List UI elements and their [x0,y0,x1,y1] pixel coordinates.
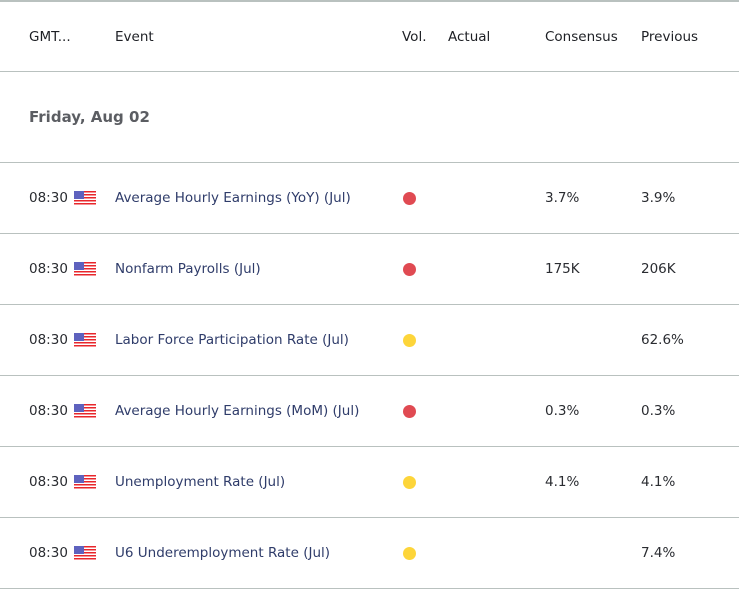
event-name[interactable]: Average Hourly Earnings (MoM) (Jul) [115,403,359,419]
volatility-cell [402,163,416,233]
volatility-cell [402,447,416,517]
table-header: GMT... Event Vol. Actual Consensus Previ… [0,2,739,72]
volatility-high-dot-icon [403,262,416,276]
event-name[interactable]: Labor Force Participation Rate (Jul) [115,332,349,348]
time-cell: 08:30 [29,376,96,446]
us-flag-icon [73,545,96,561]
previous-value: 3.9% [641,190,676,206]
event-cell[interactable]: Unemployment Rate (Jul) [115,447,285,517]
event-name[interactable]: Nonfarm Payrolls (Jul) [115,261,261,277]
volatility-medium-dot-icon [403,475,416,489]
consensus-value: 175K [545,261,580,277]
event-cell[interactable]: Average Hourly Earnings (YoY) (Jul) [115,163,351,233]
table-row[interactable]: 08:30 Labor Force Participation Rate (Ju… [0,305,739,376]
time-cell: 08:30 [29,234,96,304]
event-time: 08:30 [29,474,68,490]
us-flag-icon [73,403,96,419]
header-previous: Previous [641,28,699,45]
date-group-row: Friday, Aug 02 [0,72,739,163]
event-cell[interactable]: Nonfarm Payrolls (Jul) [115,234,261,304]
header-event: Event [115,28,154,45]
event-time: 08:30 [29,545,68,561]
date-group-label: Friday, Aug 02 [29,108,150,126]
time-cell: 08:30 [29,447,96,517]
event-name[interactable]: Average Hourly Earnings (YoY) (Jul) [115,190,351,206]
us-flag-icon [73,190,96,206]
previous-value: 4.1% [641,474,676,490]
event-cell[interactable]: Average Hourly Earnings (MoM) (Jul) [115,376,359,446]
event-time: 08:30 [29,190,68,206]
consensus-value: 3.7% [545,190,580,206]
volatility-high-dot-icon [403,404,416,418]
header-time[interactable]: GMT... [29,2,71,71]
event-time: 08:30 [29,403,68,419]
time-cell: 08:30 [29,305,96,375]
volatility-cell [402,305,416,375]
consensus-value: 4.1% [545,474,580,490]
previous-value: 206K [641,261,676,277]
previous-value: 0.3% [641,403,676,419]
volatility-cell [402,376,416,446]
us-flag-icon [73,261,96,277]
time-cell: 08:30 [29,163,96,233]
header-volatility: Vol. [402,28,427,45]
table-row[interactable]: 08:30 Average Hourly Earnings (MoM) (Jul… [0,376,739,447]
event-cell[interactable]: Labor Force Participation Rate (Jul) [115,305,349,375]
previous-value: 62.6% [641,332,684,348]
event-name[interactable]: Unemployment Rate (Jul) [115,474,285,490]
us-flag-icon [73,474,96,490]
event-name[interactable]: U6 Underemployment Rate (Jul) [115,545,330,561]
table-row[interactable]: 08:30 Nonfarm Payrolls (Jul) 175K 206K [0,234,739,305]
table-row[interactable]: 08:30 Unemployment Rate (Jul) 4.1% 4.1% [0,447,739,518]
volatility-high-dot-icon [403,191,416,205]
us-flag-icon [73,332,96,348]
table-row[interactable]: 08:30 Average Hourly Earnings (YoY) (Jul… [0,163,739,234]
volatility-medium-dot-icon [403,546,416,560]
consensus-value: 0.3% [545,403,580,419]
volatility-medium-dot-icon [403,333,416,347]
header-consensus: Consensus [545,28,618,45]
table-row[interactable]: 08:30 U6 Underemployment Rate (Jul) 7.4% [0,518,739,589]
economic-calendar-table: GMT... Event Vol. Actual Consensus Previ… [0,0,739,589]
event-time: 08:30 [29,332,68,348]
volatility-cell [402,234,416,304]
header-actual: Actual [448,28,491,45]
event-time: 08:30 [29,261,68,277]
